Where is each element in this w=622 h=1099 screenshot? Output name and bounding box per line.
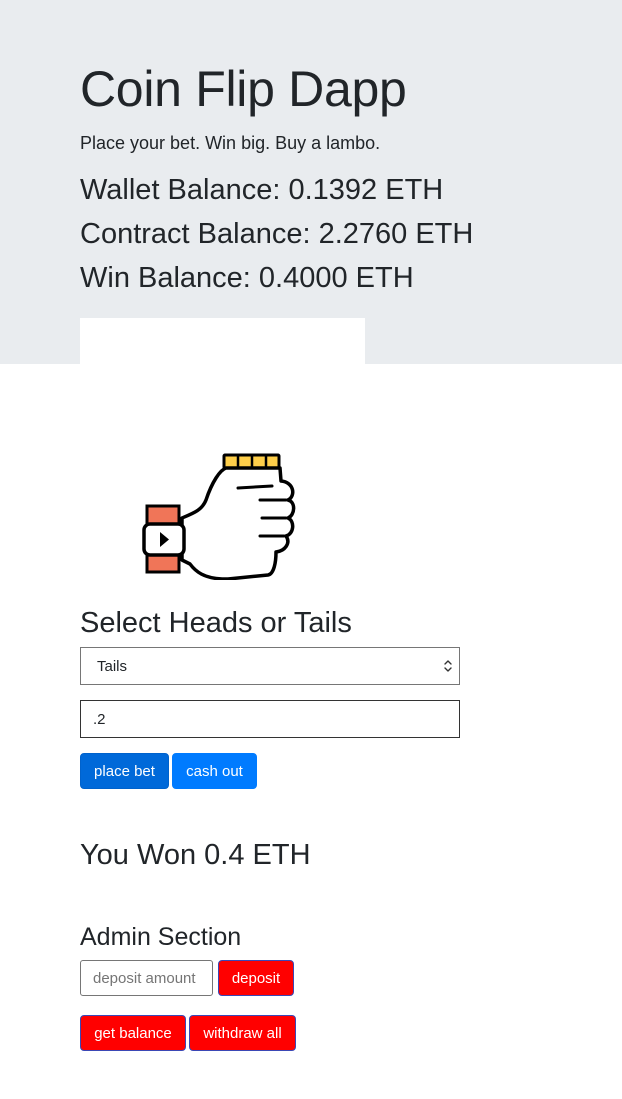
header-jumbotron: Coin Flip Dapp Place your bet. Win big. …	[0, 0, 622, 364]
image-card	[80, 318, 365, 364]
tagline: Place your bet. Win big. Buy a lambo.	[80, 133, 381, 153]
wallet-balance: Wallet Balance: 0.1392 ETH	[80, 174, 444, 206]
heads-tails-select[interactable]: Tails	[80, 647, 460, 685]
hand-flipping-coin-icon	[142, 453, 296, 580]
bet-heading: Select Heads or Tails	[80, 607, 352, 639]
get-balance-button[interactable]: get balance	[80, 1015, 186, 1051]
withdraw-all-button[interactable]: withdraw all	[189, 1015, 296, 1051]
win-result: You Won 0.4 ETH	[80, 839, 311, 871]
deposit-amount-input[interactable]	[80, 960, 213, 996]
contract-balance: Contract Balance: 2.2760 ETH	[80, 218, 474, 250]
admin-heading: Admin Section	[80, 923, 242, 951]
place-bet-button[interactable]: place bet	[80, 753, 169, 789]
win-balance: Win Balance: 0.4000 ETH	[80, 262, 414, 294]
page-title: Coin Flip Dapp	[80, 61, 407, 117]
bet-amount-input[interactable]	[80, 700, 460, 738]
cash-out-button[interactable]: cash out	[172, 753, 257, 789]
deposit-button[interactable]: deposit	[218, 960, 294, 996]
